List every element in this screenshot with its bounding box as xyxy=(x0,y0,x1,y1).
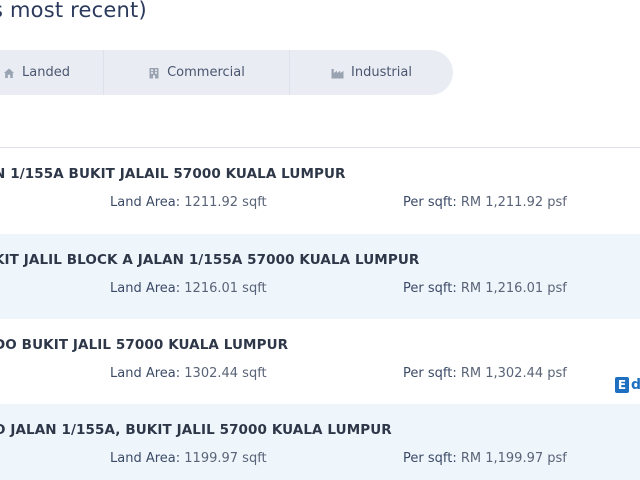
transaction-address: KIT JALIL BLOCK A JALAN 1/155A 57000 KUA… xyxy=(0,252,420,268)
land-area-value: 1199.97 sqft xyxy=(184,451,267,466)
land-area-value: 1211.92 sqft xyxy=(184,195,267,210)
per-sqft-value: RM 1,211.92 psf xyxy=(460,195,567,210)
land-area-label: Land Area: xyxy=(110,451,181,466)
land-area-label: Land Area: xyxy=(110,366,181,381)
transaction-row[interactable]: N 1/155A BUKIT JALAIL 57000 KUALA LUMPUR… xyxy=(0,148,640,233)
per-sqft-value: RM 1,199.97 psf xyxy=(460,451,567,466)
land-area-label: Land Area: xyxy=(110,281,181,296)
edge-logo-text: dg xyxy=(631,377,640,393)
per-sqft-value: RM 1,216.01 psf xyxy=(460,281,567,296)
tab-industrial-label: Industrial xyxy=(351,65,412,80)
land-area-label: Land Area: xyxy=(110,195,181,210)
land-area-value: 1216.01 sqft xyxy=(184,281,267,296)
edge-logo-badge[interactable]: E dg xyxy=(612,375,640,395)
building-icon xyxy=(148,67,160,79)
transaction-row[interactable]: KIT JALIL BLOCK A JALAN 1/155A 57000 KUA… xyxy=(0,234,640,319)
tab-landed-label: Landed xyxy=(22,65,70,80)
transaction-row[interactable]: O JALAN 1/155A, BUKIT JALIL 57000 KUALA … xyxy=(0,404,640,480)
per-sqft-label: Per sqft: xyxy=(403,366,457,381)
transaction-address: N 1/155A BUKIT JALAIL 57000 KUALA LUMPUR xyxy=(0,166,346,182)
land-area: Land Area: 1211.92 sqft xyxy=(110,195,267,210)
tab-landed[interactable]: Landed xyxy=(0,50,104,95)
per-sqft: Per sqft: RM 1,199.97 psf xyxy=(403,451,567,466)
per-sqft-value: RM 1,302.44 psf xyxy=(460,366,567,381)
land-area-value: 1302.44 sqft xyxy=(184,366,267,381)
per-sqft-label: Per sqft: xyxy=(403,281,457,296)
per-sqft-label: Per sqft: xyxy=(403,451,457,466)
tab-industrial[interactable]: Industrial xyxy=(290,50,453,95)
per-sqft: Per sqft: RM 1,302.44 psf xyxy=(403,366,567,381)
per-sqft: Per sqft: RM 1,211.92 psf xyxy=(403,195,567,210)
transaction-row[interactable]: DO BUKIT JALIL 57000 KUALA LUMPUR Land A… xyxy=(0,319,640,404)
property-type-tabs: Landed Commercial Industrial xyxy=(0,50,453,95)
land-area: Land Area: 1199.97 sqft xyxy=(110,451,267,466)
transaction-address: O JALAN 1/155A, BUKIT JALIL 57000 KUALA … xyxy=(0,422,392,438)
house-icon xyxy=(3,67,15,79)
transaction-address: DO BUKIT JALIL 57000 KUALA LUMPUR xyxy=(0,337,289,353)
tab-commercial-label: Commercial xyxy=(167,65,245,80)
tab-commercial[interactable]: Commercial xyxy=(104,50,290,95)
factory-icon xyxy=(331,67,344,79)
per-sqft-label: Per sqft: xyxy=(403,195,457,210)
per-sqft: Per sqft: RM 1,216.01 psf xyxy=(403,281,567,296)
land-area: Land Area: 1216.01 sqft xyxy=(110,281,267,296)
section-heading: s most recent) xyxy=(0,0,147,22)
land-area: Land Area: 1302.44 sqft xyxy=(110,366,267,381)
edge-logo-icon: E xyxy=(615,377,629,393)
